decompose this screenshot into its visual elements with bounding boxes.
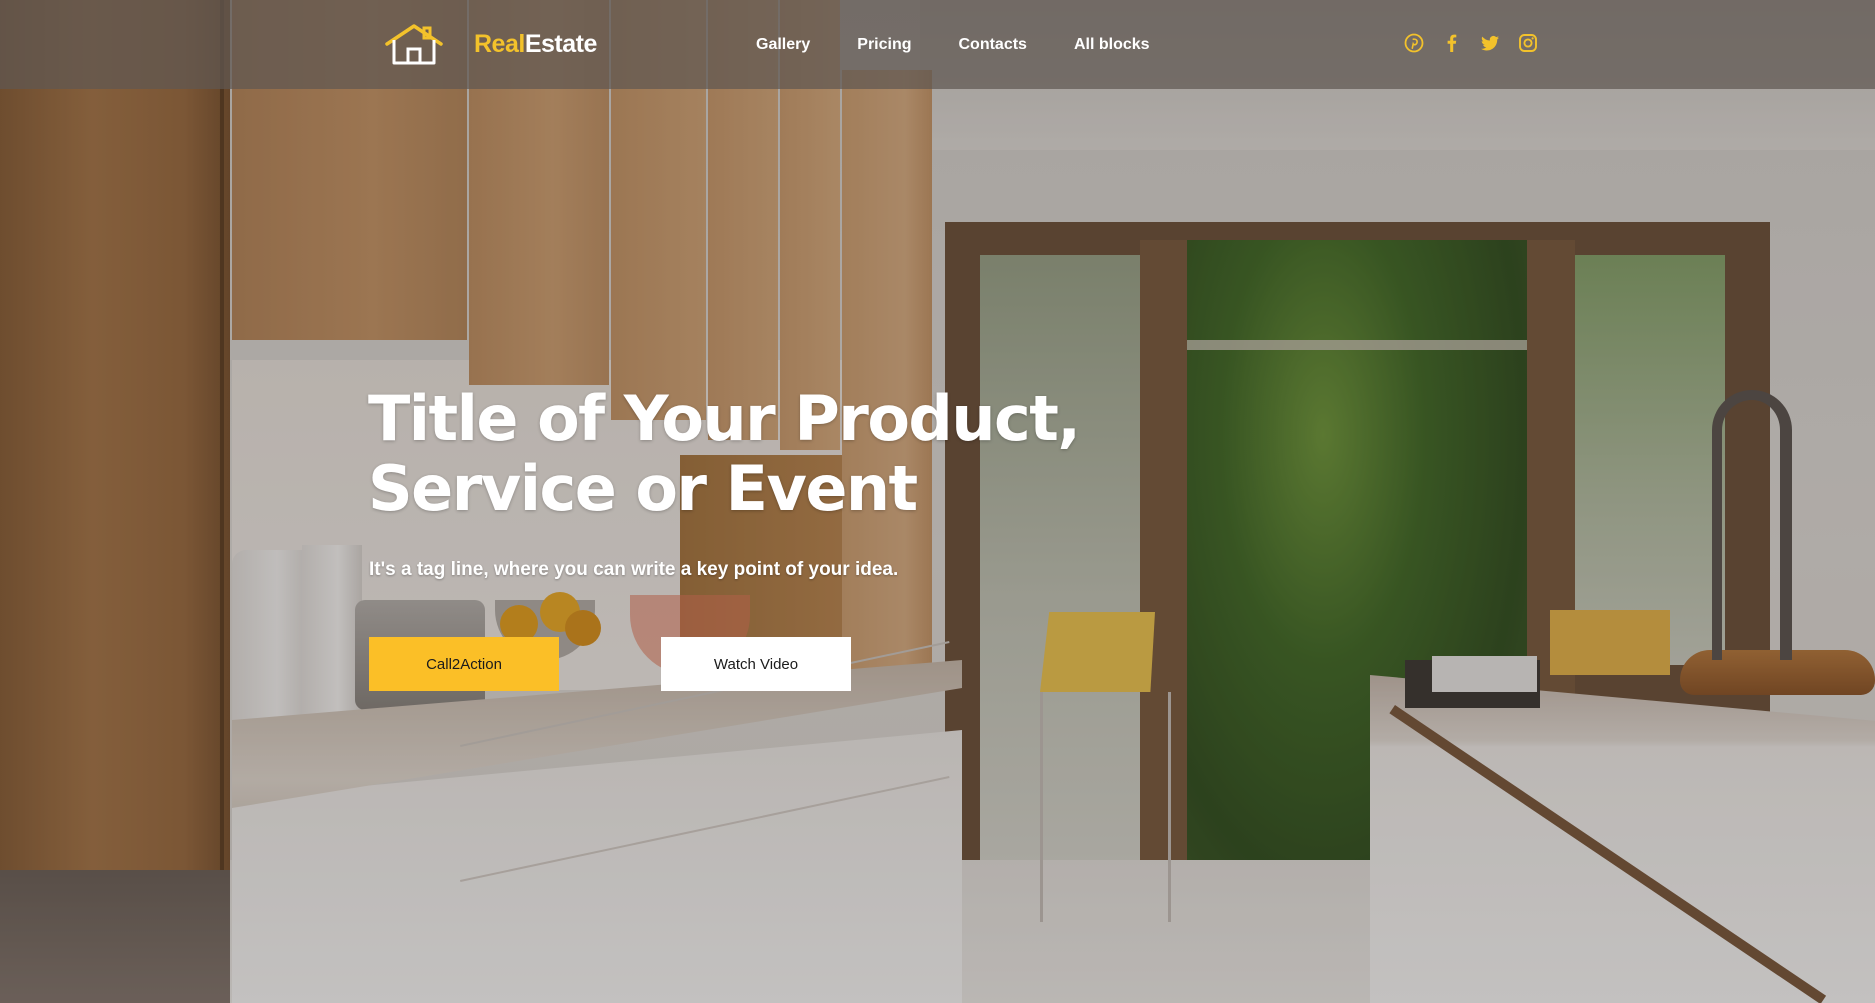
nav-item-pricing[interactable]: Pricing (857, 36, 911, 54)
instagram-link[interactable] (1518, 33, 1538, 53)
hero-title-line-1: Title of Your Product, (368, 382, 1081, 455)
logo-link[interactable]: RealEstate (384, 22, 597, 66)
facebook-link[interactable] (1442, 33, 1462, 53)
brand-name: RealEstate (474, 30, 597, 59)
hero-title: Title of Your Product, Service or Event (368, 384, 1088, 524)
hero-tagline: It's a tag line, where you can write a k… (369, 559, 899, 580)
facebook-icon (1447, 34, 1457, 52)
brand-name-accent: Real (474, 29, 525, 58)
twitter-link[interactable] (1480, 33, 1500, 53)
pinterest-link[interactable] (1404, 33, 1424, 53)
social-links (1404, 33, 1538, 53)
brand-name-rest: Estate (524, 29, 598, 58)
main-nav: Gallery Pricing Contacts All blocks (756, 36, 1150, 54)
nav-item-gallery[interactable]: Gallery (756, 36, 810, 54)
site-header: RealEstate Gallery Pricing Contacts All … (0, 0, 1875, 89)
nav-item-all-blocks[interactable]: All blocks (1074, 36, 1150, 54)
pinterest-icon (1404, 33, 1424, 53)
twitter-icon (1481, 35, 1499, 51)
call-to-action-button[interactable]: Call2Action (369, 637, 559, 691)
hero-title-line-2: Service or Event (368, 452, 918, 525)
watch-video-button[interactable]: Watch Video (661, 637, 851, 691)
nav-item-contacts[interactable]: Contacts (959, 36, 1027, 54)
house-icon (385, 24, 443, 65)
instagram-icon (1519, 34, 1537, 52)
page: RealEstate Gallery Pricing Contacts All … (0, 0, 1875, 1003)
